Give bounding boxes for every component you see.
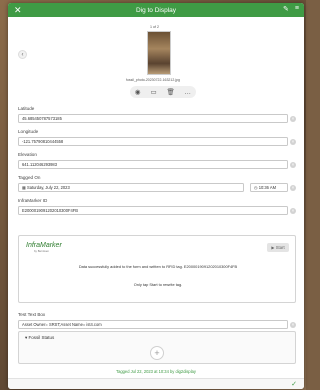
tagged-status: Tagged Jul 22, 2023 at 10:34 by dig2disp… xyxy=(116,369,196,374)
time-input[interactable]: ◷ 10:36 AM xyxy=(250,183,288,192)
photo-thumbnail[interactable] xyxy=(147,31,171,75)
clear-icon[interactable]: × xyxy=(290,207,296,214)
image-counter: 1 of 2 xyxy=(150,25,159,29)
window-title: Dig to Display xyxy=(135,6,177,14)
tagged-on-field: Tagged On ▦ Saturday, July 22, 2023 ◷ 10… xyxy=(18,175,296,193)
rfid-hint: Only tap Start to rewrite tag. xyxy=(133,282,183,287)
fossil-status-group: ▾ Fossil Status + xyxy=(18,331,296,364)
test-text-box-input[interactable]: Asset Owner= SRST;Asset Name= ist4.com xyxy=(18,320,288,329)
clear-icon[interactable]: × xyxy=(290,161,296,168)
start-label: Start xyxy=(275,245,285,250)
more-icon[interactable]: … xyxy=(185,89,192,96)
date-value: Saturday, July 22, 2023 xyxy=(27,185,70,190)
logo-subtitle: by Berntsen xyxy=(34,249,49,253)
test-text-box-field: Test Text Box Asset Owner= SRST;Asset Na… xyxy=(18,312,296,330)
time-value: 10:36 AM xyxy=(258,185,277,190)
rfid-message: Data successfully added to the form and … xyxy=(78,264,238,269)
media-actions: ◉ ▭ 🗑 … xyxy=(130,86,196,98)
title-bar: ✕ Dig to Display ✎ ≡ xyxy=(8,3,304,17)
previous-image-button[interactable]: ‹ xyxy=(18,50,27,59)
rfid-writer-card: InfraMarker by Berntsen ▶ Start Data suc… xyxy=(18,235,296,303)
form-sheet: ✕ Dig to Display ✎ ≡ 1 of 2 fossil_photo… xyxy=(8,3,304,389)
inframarker-input[interactable]: E2000019091202010300F4FB xyxy=(18,206,288,215)
latitude-field: Latitude 45.685450787573185 × xyxy=(18,106,296,124)
date-input[interactable]: ▦ Saturday, July 22, 2023 xyxy=(18,183,244,192)
inframarker-field: InfraMarker ID E2000019091202010300F4FB … xyxy=(18,198,296,216)
title-right-icons: ✎ ≡ xyxy=(283,5,299,13)
brush-icon[interactable]: ✎ xyxy=(283,5,289,13)
add-button[interactable]: + xyxy=(150,346,164,360)
elevation-label: Elevation xyxy=(18,152,37,157)
bottom-bar: ✓ xyxy=(8,378,304,389)
elevation-field: Elevation 641.112046293983 × xyxy=(18,152,296,170)
inframarker-label: InfraMarker ID xyxy=(18,198,48,203)
latitude-label: Latitude xyxy=(18,106,35,111)
start-button[interactable]: ▶ Start xyxy=(267,243,289,252)
logo-text: InfraMarker xyxy=(26,242,62,249)
folder-icon[interactable]: ▭ xyxy=(150,88,156,96)
group-header[interactable]: ▾ Fossil Status xyxy=(25,335,54,341)
trash-icon[interactable]: 🗑 xyxy=(166,88,174,96)
media-section: 1 of 2 fossil_photo-20230722-163212.jpg … xyxy=(8,17,304,101)
longitude-input[interactable]: -121.75790810444558 xyxy=(18,137,288,146)
checkmark-icon[interactable]: ✓ xyxy=(291,380,297,388)
elevation-input[interactable]: 641.112046293983 xyxy=(18,160,288,169)
clear-icon[interactable]: × xyxy=(290,321,296,328)
close-icon[interactable]: ✕ xyxy=(14,4,22,16)
clear-icon[interactable]: × xyxy=(290,184,296,191)
latitude-input[interactable]: 45.685450787573185 xyxy=(18,114,288,123)
inframarker-logo: InfraMarker by Berntsen xyxy=(26,242,62,253)
tagged-on-label: Tagged On xyxy=(18,175,41,180)
menu-icon[interactable]: ≡ xyxy=(295,5,299,13)
test-text-box-label: Test Text Box xyxy=(18,312,46,317)
longitude-field: Longitude -121.75790810444558 × xyxy=(18,129,296,147)
image-filename: fossil_photo-20230722-163212.jpg xyxy=(126,78,180,82)
clear-icon[interactable]: × xyxy=(290,115,296,122)
group-title: Fossil Status xyxy=(28,335,55,340)
camera-icon[interactable]: ◉ xyxy=(135,88,141,96)
longitude-label: Longitude xyxy=(18,129,39,134)
clear-icon[interactable]: × xyxy=(290,138,296,145)
